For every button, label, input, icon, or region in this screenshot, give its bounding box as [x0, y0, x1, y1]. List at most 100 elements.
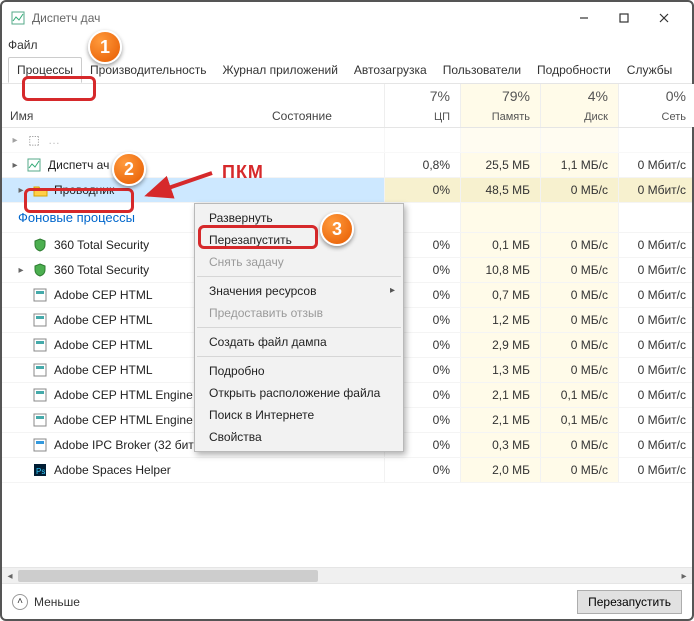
- memory-value: 0,1 МБ: [460, 233, 540, 257]
- process-name: Adobe CEP HTML: [54, 313, 153, 327]
- tab-details[interactable]: Подробности: [529, 58, 619, 82]
- memory-value: 2,0 МБ: [460, 458, 540, 482]
- header-network[interactable]: 0% Сеть: [618, 84, 694, 127]
- memory-value: 2,1 МБ: [460, 383, 540, 407]
- tab-users[interactable]: Пользователи: [435, 58, 529, 82]
- context-menu-item[interactable]: Перезапустить: [195, 229, 403, 251]
- titlebar: Диспетч дач: [2, 2, 692, 34]
- disk-value: 0 МБ/с: [540, 358, 618, 382]
- process-name: 360 Total Security: [54, 238, 149, 252]
- disk-value: 0 МБ/с: [540, 283, 618, 307]
- scrollbar-thumb[interactable]: [18, 570, 318, 582]
- cpu-value: 0%: [384, 178, 460, 202]
- horizontal-scrollbar[interactable]: ◂ ▸: [2, 567, 692, 583]
- context-menu: РазвернутьПерезапуститьСнять задачуЗначе…: [194, 203, 404, 452]
- disk-value: 0 МБ/с: [540, 233, 618, 257]
- close-button[interactable]: [644, 4, 684, 32]
- network-value: 0 Мбит/с: [618, 233, 692, 257]
- network-value: 0 Мбит/с: [618, 178, 692, 202]
- chevron-right-icon[interactable]: ▸: [16, 185, 26, 196]
- process-name: Adobe CEP HTML Engine: [54, 388, 193, 402]
- header-memory[interactable]: 79% Память: [460, 84, 540, 127]
- fewer-details-button[interactable]: ˄ Меньше: [12, 594, 80, 610]
- column-headers: Имя Состояние 7% ЦП 79% Память 4% Диск 0…: [2, 84, 692, 128]
- context-menu-item[interactable]: Развернуть: [195, 207, 403, 229]
- table-row[interactable]: ▸Проводник0%48,5 МБ0 МБ/с0 Мбит/с: [2, 178, 692, 203]
- header-disk[interactable]: 4% Диск: [540, 84, 618, 127]
- maximize-button[interactable]: [604, 4, 644, 32]
- memory-value: 2,9 МБ: [460, 333, 540, 357]
- menubar: Файл Пі Вид: [2, 34, 692, 56]
- tab-startup[interactable]: Автозагрузка: [346, 58, 435, 82]
- chevron-right-icon[interactable]: ▸: [10, 160, 20, 171]
- context-menu-item[interactable]: Свойства: [195, 426, 403, 448]
- disk-value: 0 МБ/с: [540, 458, 618, 482]
- table-row[interactable]: ▸⬚…: [2, 128, 692, 153]
- chevron-right-icon[interactable]: ▸: [16, 265, 26, 276]
- process-name: Adobe Spaces Helper: [54, 463, 171, 477]
- cpu-value: 0%: [384, 458, 460, 482]
- table-row[interactable]: PsAdobe Spaces Helper0%2,0 МБ0 МБ/с0 Мби…: [2, 458, 692, 483]
- tab-processes[interactable]: Процессы: [8, 57, 82, 83]
- disk-value: 0 МБ/с: [540, 178, 618, 202]
- header-state[interactable]: Состояние: [264, 84, 384, 127]
- network-value: 0 Мбит/с: [618, 283, 692, 307]
- context-menu-item[interactable]: Поиск в Интернете: [195, 404, 403, 426]
- tab-performance[interactable]: Производительность: [82, 58, 214, 82]
- memory-value: 0,7 МБ: [460, 283, 540, 307]
- header-name[interactable]: Имя: [2, 84, 264, 127]
- memory-value: 1,3 МБ: [460, 358, 540, 382]
- cpu-value: 0,8%: [384, 153, 460, 177]
- tab-strip: Процессы Производительность Журнал прило…: [2, 56, 692, 84]
- memory-value: 25,5 МБ: [460, 153, 540, 177]
- chevron-right-icon: ▸: [390, 285, 395, 296]
- process-icon: [32, 287, 48, 303]
- context-menu-item[interactable]: Создать файл дампа: [195, 331, 403, 353]
- context-menu-item[interactable]: Значения ресурсов▸: [195, 280, 403, 302]
- scroll-right-icon[interactable]: ▸: [676, 568, 692, 584]
- tab-services[interactable]: Службы: [619, 58, 680, 82]
- network-value: 0 Мбит/с: [618, 383, 692, 407]
- process-icon: [32, 412, 48, 428]
- minimize-button[interactable]: [564, 4, 604, 32]
- disk-value: 0 МБ/с: [540, 258, 618, 282]
- task-manager-window: Диспетч дач Файл Пі Вид Процессы Произво…: [0, 0, 694, 621]
- network-value: 0 Мбит/с: [618, 408, 692, 432]
- restart-button[interactable]: Перезапустить: [577, 590, 682, 614]
- disk-value: 1,1 МБ/с: [540, 153, 618, 177]
- process-name: Adobe CEP HTML: [54, 338, 153, 352]
- menu-file[interactable]: Файл: [8, 38, 38, 52]
- network-value: 0 Мбит/с: [618, 308, 692, 332]
- process-icon: [32, 182, 48, 198]
- process-icon: [32, 237, 48, 253]
- process-name: 360 Total Security: [54, 263, 149, 277]
- process-icon: Ps: [32, 462, 48, 478]
- scroll-left-icon[interactable]: ◂: [2, 568, 18, 584]
- disk-value: 0,1 МБ/с: [540, 408, 618, 432]
- memory-value: 10,8 МБ: [460, 258, 540, 282]
- process-icon: [32, 312, 48, 328]
- window-title: Диспетч дач: [32, 11, 100, 25]
- footer: ˄ Меньше Перезапустить: [2, 583, 692, 619]
- process-icon: [32, 262, 48, 278]
- tab-app-history[interactable]: Журнал приложений: [215, 58, 346, 82]
- table-row[interactable]: ▸Диспетч ач0,8%25,5 МБ1,1 МБ/с0 Мбит/с: [2, 153, 692, 178]
- chevron-right-icon[interactable]: ▸: [10, 135, 20, 146]
- memory-value: 48,5 МБ: [460, 178, 540, 202]
- context-menu-item[interactable]: Подробно: [195, 360, 403, 382]
- disk-value: 0 МБ/с: [540, 333, 618, 357]
- context-menu-item[interactable]: Открыть расположение файла: [195, 382, 403, 404]
- process-name: Adobe CEP HTML Engine: [54, 413, 193, 427]
- process-icon: [32, 437, 48, 453]
- header-cpu[interactable]: 7% ЦП: [384, 84, 460, 127]
- process-icon: [32, 337, 48, 353]
- annotation-arrow: [142, 165, 222, 205]
- network-value: 0 Мбит/с: [618, 333, 692, 357]
- app-icon: ⬚: [26, 132, 42, 148]
- process-name: Adobe CEP HTML: [54, 288, 153, 302]
- process-icon: [26, 157, 42, 173]
- annotation-pkm-label: ПКМ: [222, 162, 264, 183]
- disk-value: 0 МБ/с: [540, 433, 618, 457]
- process-name: Диспетч ач: [48, 158, 109, 172]
- process-name: Adobe CEP HTML: [54, 363, 153, 377]
